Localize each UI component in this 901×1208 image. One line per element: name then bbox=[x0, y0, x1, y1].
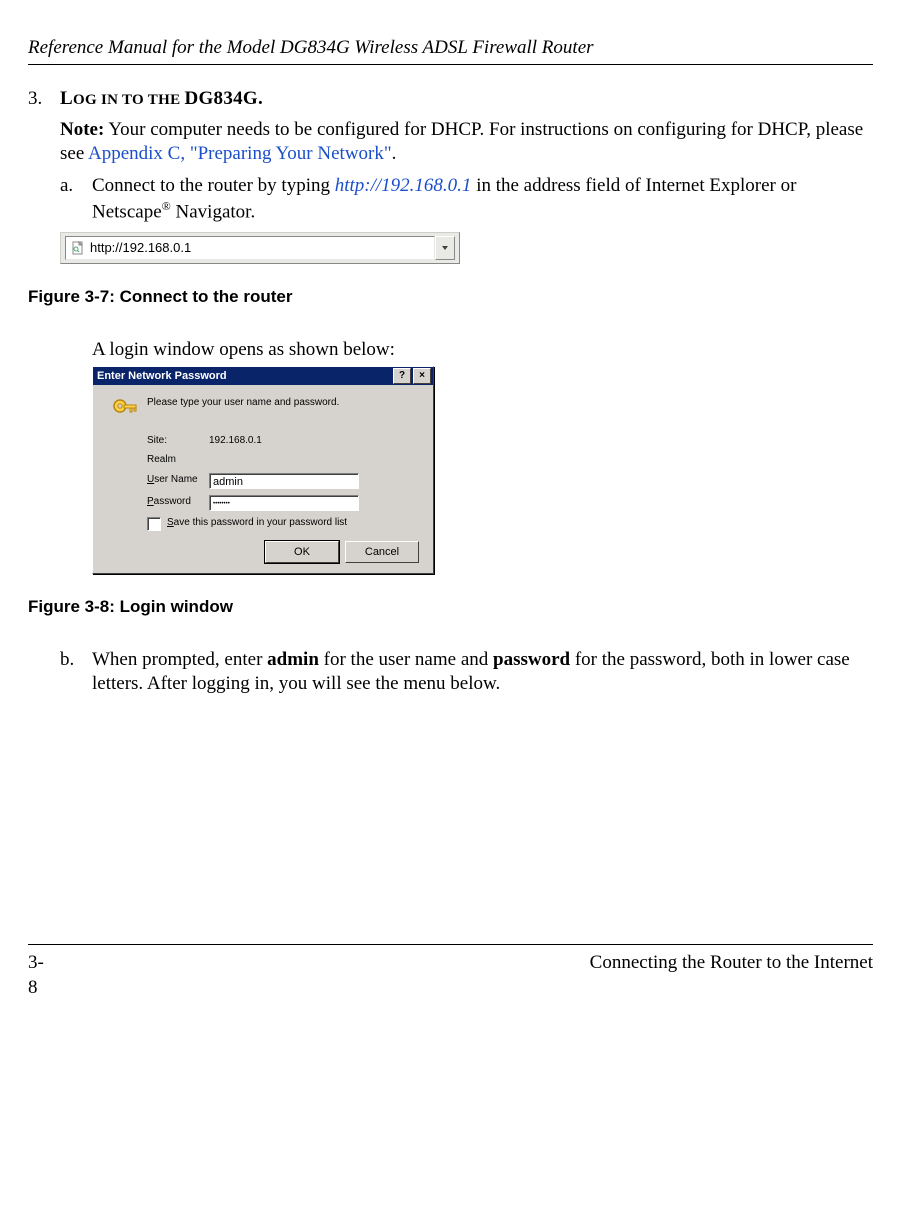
cancel-button[interactable]: Cancel bbox=[345, 541, 419, 563]
step-3-row: 3. LOG IN TO THE DG834G. bbox=[28, 87, 873, 111]
address-bar-input[interactable]: http://192.168.0.1 bbox=[65, 236, 435, 260]
running-header: Reference Manual for the Model DG834G Wi… bbox=[28, 36, 873, 60]
appendix-link[interactable]: Appendix C, "Preparing Your Network" bbox=[88, 143, 392, 164]
realm-label: Realm bbox=[147, 454, 209, 467]
key-icon bbox=[103, 397, 147, 425]
note-block: Note: Your computer needs to be configur… bbox=[60, 118, 873, 167]
figure-3-8-caption: Figure 3-8: Login window bbox=[28, 596, 873, 618]
page-number: 3-8 bbox=[28, 951, 44, 1000]
save-password-label: Save this password in your password list bbox=[167, 517, 347, 530]
step-heading-part: DG834G. bbox=[184, 88, 263, 109]
note-tail: . bbox=[392, 143, 397, 164]
save-password-row: Save this password in your password list bbox=[147, 517, 423, 531]
substep-a: a. Connect to the router by typing http:… bbox=[60, 174, 873, 224]
bold-text: admin bbox=[267, 649, 319, 670]
step-number: 3. bbox=[28, 87, 60, 111]
password-label: Password bbox=[147, 496, 209, 509]
login-intro-text: A login window opens as shown below: bbox=[92, 338, 873, 362]
dialog-titlebar: Enter Network Password ? × bbox=[93, 367, 433, 385]
substep-letter: a. bbox=[60, 174, 92, 224]
address-bar-dropdown[interactable] bbox=[435, 236, 455, 260]
footer-rule bbox=[28, 944, 873, 945]
text: for the user name and bbox=[319, 649, 493, 670]
chapter-title: Connecting the Router to the Internet bbox=[44, 951, 873, 1000]
registered-mark: ® bbox=[162, 199, 171, 213]
dialog-button-row: OK Cancel bbox=[103, 541, 423, 563]
address-bar-value: http://192.168.0.1 bbox=[90, 240, 191, 257]
text: Navigator. bbox=[171, 201, 255, 222]
note-label: Note: bbox=[60, 119, 104, 140]
step-heading-part: OG bbox=[73, 92, 97, 108]
ok-button[interactable]: OK bbox=[265, 541, 339, 563]
header-rule bbox=[28, 64, 873, 65]
close-button[interactable]: × bbox=[413, 368, 431, 384]
save-password-checkbox[interactable] bbox=[147, 517, 161, 531]
substep-b-text: When prompted, enter admin for the user … bbox=[92, 648, 873, 697]
substep-b: b. When prompted, enter admin for the us… bbox=[60, 648, 873, 697]
site-value: 192.168.0.1 bbox=[209, 435, 423, 448]
dialog-prompt-text: Please type your user name and password. bbox=[147, 397, 339, 410]
step-heading-part: L bbox=[60, 88, 73, 109]
page-icon bbox=[70, 240, 86, 256]
step-heading: LOG IN TO THE DG834G. bbox=[60, 87, 263, 111]
login-dialog-figure: Enter Network Password ? × Please type y… bbox=[92, 366, 434, 574]
dialog-title: Enter Network Password bbox=[97, 369, 391, 383]
figure-3-7-caption: Figure 3-7: Connect to the router bbox=[28, 286, 873, 308]
bold-text: password bbox=[493, 649, 570, 670]
substep-a-text: Connect to the router by typing http://1… bbox=[92, 174, 873, 224]
page-footer: 3-8 Connecting the Router to the Interne… bbox=[28, 951, 873, 1000]
username-row: User Name admin bbox=[103, 473, 423, 489]
chevron-down-icon bbox=[441, 244, 449, 252]
username-label: User Name bbox=[147, 474, 209, 487]
password-row: Password •••••••• bbox=[103, 495, 423, 511]
text: Connect to the router by typing bbox=[92, 175, 335, 196]
text: When prompted, enter bbox=[92, 649, 267, 670]
router-url-link[interactable]: http://192.168.0.1 bbox=[335, 175, 472, 196]
realm-row: Realm bbox=[103, 454, 423, 467]
password-input[interactable]: •••••••• bbox=[209, 495, 359, 511]
substep-letter: b. bbox=[60, 648, 92, 697]
address-bar-figure: http://192.168.0.1 bbox=[60, 232, 460, 264]
username-input[interactable]: admin bbox=[209, 473, 359, 489]
site-row: Site: 192.168.0.1 bbox=[103, 435, 423, 448]
site-label: Site: bbox=[147, 435, 209, 448]
dialog-body: Please type your user name and password.… bbox=[93, 385, 433, 573]
step-heading-part: IN TO THE bbox=[97, 92, 185, 108]
help-button[interactable]: ? bbox=[393, 368, 411, 384]
dialog-prompt-row: Please type your user name and password. bbox=[103, 397, 423, 425]
